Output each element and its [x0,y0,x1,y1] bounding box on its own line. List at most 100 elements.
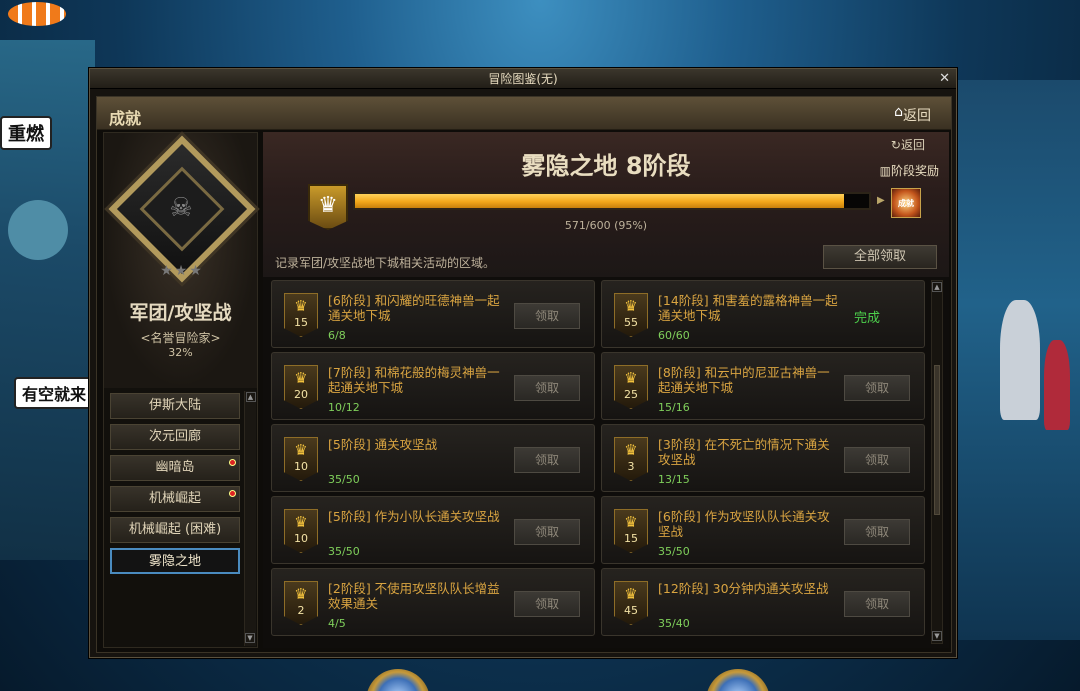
stage-reward-button[interactable]: ▥阶段奖励 [880,162,939,179]
claim-button[interactable]: 领取 [844,447,910,473]
bottom-orb-icon[interactable] [706,669,770,691]
alert-dot-icon [229,459,236,466]
region-item[interactable]: 伊斯大陆 [110,393,240,419]
achievement-progress: 35/50 [328,545,360,558]
trophy-icon: ♛ [624,297,638,315]
back-button[interactable]: 返回 [903,105,931,125]
region-label: 幽暗岛 [155,460,195,475]
region-item[interactable]: 机械崛起 (困难) [110,517,240,543]
achievement-title: [6阶段] 作为攻坚队队长通关攻坚战 [658,509,830,539]
achievement-progress: 35/50 [328,473,360,486]
achievement-progress: 35/50 [658,545,690,558]
category-percent: 32% [168,346,193,359]
achievement-points: 25 [624,388,638,401]
achievement-progress: 15/16 [658,401,690,414]
stage-banner: 雾隐之地 8阶段 ↻返回 ▥阶段奖励 ♛ ▶ 成就 571/600 (95%) … [263,132,949,277]
achievement-scrollbar[interactable]: ▲ ▼ [931,280,943,644]
achievement-badge: ♛ 45 [614,581,648,625]
achievement-card: ♛ 20 [7阶段] 和棉花般的梅灵神兽一起通关地下城 10/12 领取 [271,352,595,420]
region-item[interactable]: 幽暗岛 [110,455,240,481]
category-name: 军团/攻坚战 [129,302,232,324]
achievement-title: [14阶段] 和害羞的露格神兽一起通关地下城 [658,293,838,323]
region-label: 伊斯大陆 [148,398,201,413]
region-label: 机械崛起 (困难) [128,522,222,537]
achievement-card: ♛ 15 [6阶段] 作为攻坚队队长通关攻坚战 35/50 领取 [601,496,925,564]
stage-progress-fill [355,194,845,208]
banner-back-button[interactable]: ↻返回 [891,136,925,153]
achievement-card: ♛ 45 [12阶段] 30分钟内通关攻坚战 35/40 领取 [601,568,925,636]
achievement-progress: 4/5 [328,617,346,630]
scroll-thumb[interactable] [934,365,940,515]
scroll-down-icon[interactable]: ▼ [245,633,255,643]
scroll-up-icon[interactable]: ▲ [932,282,942,292]
trophy-icon: ♛ [294,441,308,459]
stage-reward-icon[interactable]: 成就 [891,188,921,218]
claim-button[interactable]: 领取 [514,447,580,473]
achievement-badge: ♛ 20 [284,365,318,409]
claim-button[interactable]: 领取 [514,519,580,545]
background-coral [1000,300,1040,420]
region-label: 次元回廊 [148,429,201,444]
alert-dot-icon [229,490,236,497]
achievement-title: [3阶段] 在不死亡的情况下通关攻坚战 [658,437,830,467]
background-coral [1044,340,1070,430]
window-titlebar[interactable]: 冒险图鉴(无) ✕ [90,69,956,89]
category-rank: <名誉冒险家> [140,331,221,345]
chat-bubble: 重燃 [0,116,52,150]
background-coral [8,200,68,260]
home-icon[interactable]: ⌂ [894,104,903,120]
region-item[interactable]: 雾隐之地 [110,548,240,574]
adventure-codex-window: 冒险图鉴(无) ✕ 成就 ⌂ 返回 ☠ ★★★ 军团/攻坚战 <名誉冒险家> 3… [89,68,957,658]
achievement-badge: ♛ 2 [284,581,318,625]
achievement-card: ♛ 3 [3阶段] 在不死亡的情况下通关攻坚战 13/15 领取 [601,424,925,492]
region-item[interactable]: 次元回廊 [110,424,240,450]
region-item[interactable]: 机械崛起 [110,486,240,512]
scroll-down-icon[interactable]: ▼ [932,631,942,641]
claim-button[interactable]: 领取 [514,591,580,617]
region-scrollbar[interactable]: ▲ ▼ [244,391,256,646]
achievement-title: [5阶段] 通关攻坚战 [328,437,438,452]
achievement-progress: 6/8 [328,329,346,342]
achievement-progress: 10/12 [328,401,360,414]
achievement-progress: 35/40 [658,617,690,630]
achievement-points: 15 [624,532,638,545]
claim-button[interactable]: 领取 [514,375,580,401]
window-title: 冒险图鉴(无) [488,72,558,86]
achievement-title: [2阶段] 不使用攻坚队队长增益效果通关 [328,581,500,611]
section-header: 成就 ⌂ 返回 [97,97,951,130]
achievement-title: [12阶段] 30分钟内通关攻坚战 [658,581,829,596]
category-emblem-area: ☠ ★★★ 军团/攻坚战 <名誉冒险家> 32% [104,133,257,388]
scroll-up-icon[interactable]: ▲ [245,392,256,402]
achievement-points: 45 [624,604,638,617]
claim-button[interactable]: 领取 [844,591,910,617]
region-label: 机械崛起 [148,491,201,506]
achievement-card: ♛ 15 [6阶段] 和闪耀的旺德神兽一起通关地下城 6/8 领取 [271,280,595,348]
achievement-points: 20 [294,388,308,401]
achievement-badge: ♛ 10 [284,509,318,553]
close-icon[interactable]: ✕ [939,69,950,89]
achievement-badge: ♛ 15 [614,509,648,553]
achievement-points: 15 [294,316,308,329]
claim-button[interactable]: 领取 [514,303,580,329]
trophy-icon: ♛ [624,513,638,531]
arrow-right-icon: ▶ [877,195,885,206]
trophy-icon: ♛ [294,513,308,531]
achievement-card: ♛ 10 [5阶段] 通关攻坚战 35/50 领取 [271,424,595,492]
rank-stars-icon: ★★★ [160,263,204,279]
achievement-points: 55 [624,316,638,329]
claim-all-button[interactable]: 全部领取 [823,245,937,269]
trophy-icon: ♛ [294,369,308,387]
claim-button[interactable]: 领取 [844,519,910,545]
claim-button[interactable]: 领取 [844,375,910,401]
achievement-badge: ♛ 15 [284,293,318,337]
achievement-points: 3 [627,460,635,473]
content-frame: 成就 ⌂ 返回 ☠ ★★★ 军团/攻坚战 <名誉冒险家> 32% 伊斯大陆次元回… [96,96,952,653]
trophy-icon: ♛ [294,585,308,603]
achievement-badge: ♛ 55 [614,293,648,337]
clownfish-icon [8,2,66,26]
bottom-orb-icon[interactable] [366,669,430,691]
achievement-badge: ♛ 25 [614,365,648,409]
achievement-points: 2 [297,604,305,617]
achievement-card: ♛ 2 [2阶段] 不使用攻坚队队长增益效果通关 4/5 领取 [271,568,595,636]
banner-back-label: 返回 [900,138,925,152]
